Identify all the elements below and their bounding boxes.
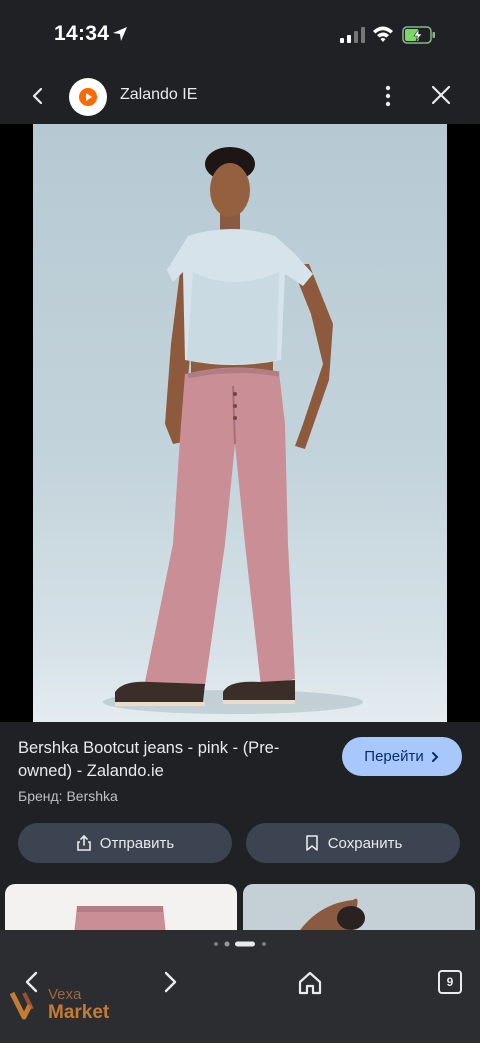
save-button[interactable]: Сохранить xyxy=(246,823,460,863)
share-icon xyxy=(76,835,91,851)
app-bar: Zalando IE xyxy=(0,70,480,124)
home-icon[interactable] xyxy=(297,970,323,996)
location-arrow-icon xyxy=(113,27,127,41)
more-vert-icon[interactable] xyxy=(378,84,398,108)
back-arrow-icon[interactable] xyxy=(26,84,50,108)
product-photo[interactable] xyxy=(33,124,447,722)
close-icon[interactable] xyxy=(430,84,452,106)
watermark-line-2: Market xyxy=(48,1002,110,1023)
share-button[interactable]: Отправить xyxy=(18,823,232,863)
tabs-icon[interactable]: 9 xyxy=(438,970,462,994)
signal-icon xyxy=(340,27,365,43)
save-label: Сохранить xyxy=(327,834,403,852)
bookmark-icon xyxy=(305,835,318,851)
image-viewer xyxy=(0,124,480,722)
go-button-label: Перейти xyxy=(364,748,424,765)
go-button[interactable]: Перейти xyxy=(342,737,462,776)
page-indicator xyxy=(214,941,266,947)
site-name: Zalando IE xyxy=(120,86,198,103)
status-bar: 14:34 xyxy=(0,0,480,70)
share-label: Отправить xyxy=(99,834,175,852)
watermark: Vexa Market xyxy=(9,985,120,1025)
vexa-logo-icon xyxy=(9,991,34,1020)
zalando-logo xyxy=(69,78,107,116)
chevron-right-icon xyxy=(431,751,439,762)
watermark-line-1: Vexa xyxy=(48,986,82,1003)
product-title[interactable]: Bershka Bootcut jeans - pink - (Pre-owne… xyxy=(18,737,318,783)
nav-forward-icon[interactable] xyxy=(158,970,182,994)
model-illustration xyxy=(103,147,363,714)
wifi-icon xyxy=(373,26,393,42)
status-time: 14:34 xyxy=(54,22,110,45)
battery-charging-icon xyxy=(402,26,435,44)
brand-label: Бренд: Bershka xyxy=(18,788,118,804)
tab-count: 9 xyxy=(446,975,454,989)
